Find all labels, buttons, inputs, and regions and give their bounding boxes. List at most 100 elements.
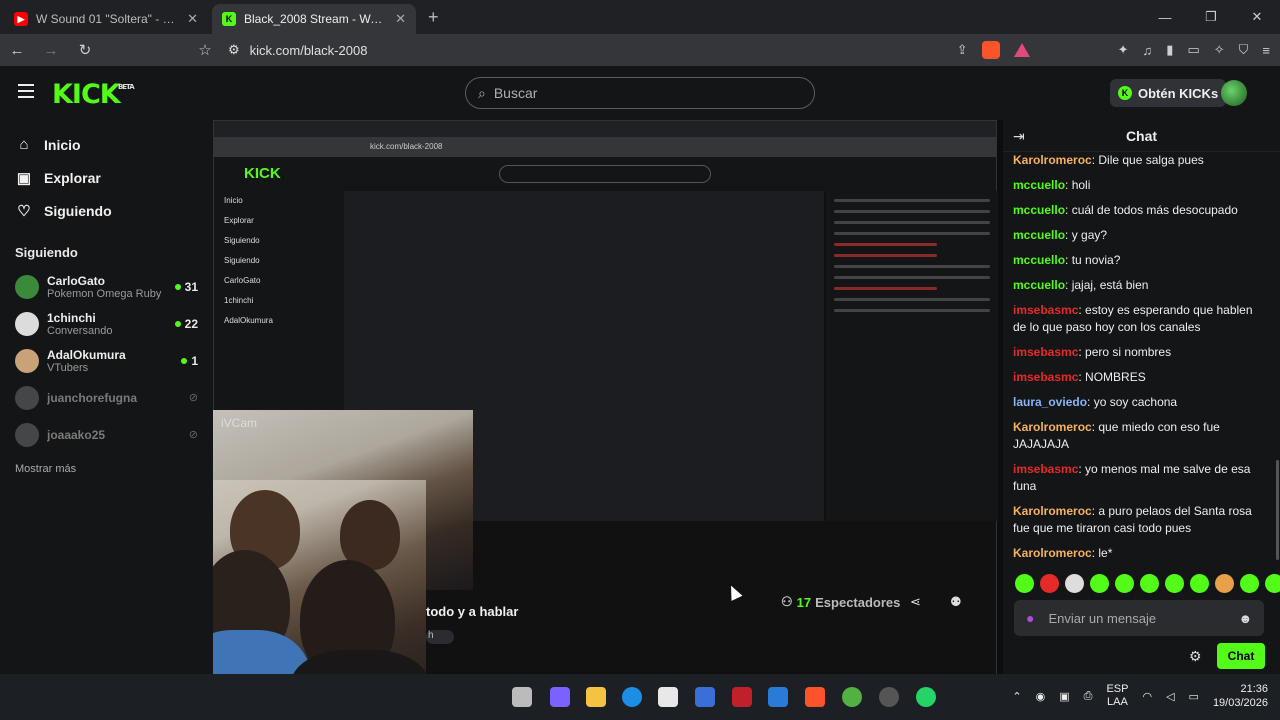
channel-joaaako25[interactable]: joaaako25 ⊘	[0, 416, 213, 453]
emote-icon[interactable]	[1215, 574, 1234, 593]
share-icon[interactable]: ⋖	[910, 594, 921, 610]
chat-username[interactable]: imsebasmc	[1013, 303, 1078, 317]
channel-juanchorefugna[interactable]: juanchorefugna ⊘	[0, 379, 213, 416]
emote-icon[interactable]	[1090, 574, 1109, 593]
vpn-icon[interactable]: ⛉	[1239, 42, 1249, 58]
emote-icon[interactable]	[1140, 574, 1159, 593]
gear-icon[interactable]: ⚙	[1189, 648, 1202, 665]
chat-input-box[interactable]: ● ☻	[1014, 600, 1264, 636]
whatsapp-icon[interactable]	[916, 687, 936, 707]
vscode-icon[interactable]	[695, 687, 715, 707]
site-info-icon[interactable]: ⚙	[228, 42, 240, 58]
microphone-icon[interactable]: ⎙	[1084, 690, 1093, 703]
minimize-button[interactable]: —	[1142, 10, 1188, 25]
kick-logo[interactable]: KICK BETA	[52, 79, 135, 110]
browser-tab-youtube[interactable]: ▶ W Sound 01 "Soltera" - Blessd, West ✕	[4, 4, 208, 34]
channel-carlogato[interactable]: CarloGato Pokemon Omega Ruby 31	[0, 268, 213, 305]
chat-username[interactable]: laura_oviedo	[1013, 395, 1087, 409]
emote-icon[interactable]	[1015, 574, 1034, 593]
media-icon[interactable]: ♫	[1143, 43, 1153, 58]
chat-username[interactable]: Karolromeroc	[1013, 546, 1092, 560]
channel-category: VTubers	[47, 361, 89, 374]
sidebar-icon[interactable]: ▮	[1166, 42, 1173, 58]
bookmark-icon[interactable]: ☆	[196, 41, 214, 59]
channel-1chinchi[interactable]: 1chinchi Conversando 22	[0, 305, 213, 342]
nav-siguiendo[interactable]: ♡ Siguiendo	[0, 194, 213, 227]
app-icon[interactable]	[842, 687, 862, 707]
stream-tag[interactable]: h	[426, 630, 454, 644]
user-avatar[interactable]	[1221, 80, 1247, 106]
nav-inicio[interactable]: ⌂ Inicio	[0, 128, 213, 161]
leo-icon[interactable]: ✧	[1214, 42, 1225, 58]
emoji-icon[interactable]: ☻	[1238, 611, 1252, 626]
chat-input[interactable]	[1048, 610, 1225, 626]
show-more-link[interactable]: Mostrar más	[15, 463, 213, 475]
store-icon[interactable]	[658, 687, 678, 707]
stream-player[interactable]: kick.com/black-2008 KICK Inicio Explorar…	[213, 120, 1003, 720]
tray-app-icon[interactable]: ▣	[1059, 690, 1069, 703]
wallet-icon[interactable]: ▭	[1187, 42, 1199, 58]
back-icon[interactable]: ←	[8, 42, 26, 59]
new-tab-button[interactable]: +	[416, 7, 451, 34]
nav-explorar[interactable]: ▣ Explorar	[0, 161, 213, 194]
close-tab-icon[interactable]: ✕	[395, 11, 406, 27]
microphone-icon[interactable]: ●	[1026, 610, 1034, 626]
channel-category: Pokemon Omega Ruby	[47, 287, 162, 300]
chat-separator: :	[1087, 395, 1094, 409]
address-bar[interactable]: ⚙ kick.com/black-2008	[228, 34, 367, 66]
language-indicator[interactable]: ESP LAA	[1106, 683, 1128, 709]
chat-username[interactable]: mccuello	[1013, 203, 1065, 217]
chat-username[interactable]: imsebasmc	[1013, 462, 1078, 476]
emote-icon[interactable]	[1040, 574, 1059, 593]
mcafee-icon[interactable]	[732, 687, 752, 707]
send-chat-button[interactable]: Chat	[1217, 643, 1265, 669]
emote-icon[interactable]	[1115, 574, 1134, 593]
emote-icon[interactable]	[1240, 574, 1259, 593]
forward-icon[interactable]: →	[42, 42, 60, 59]
battery-icon[interactable]: ▭	[1189, 690, 1199, 703]
channel-adalokumura[interactable]: AdalOkumura VTubers 1	[0, 342, 213, 379]
clock[interactable]: 21:36 19/03/2026	[1213, 682, 1268, 710]
chat-username[interactable]: Karolromeroc	[1013, 420, 1092, 434]
chat-username[interactable]: mccuello	[1013, 228, 1065, 242]
copilot-icon[interactable]	[550, 687, 570, 707]
app-icon[interactable]	[768, 687, 788, 707]
edge-icon[interactable]	[622, 687, 642, 707]
chat-username[interactable]: Karolromeroc	[1013, 153, 1092, 167]
close-tab-icon[interactable]: ✕	[187, 11, 198, 27]
emote-icon[interactable]	[1265, 574, 1280, 593]
close-window-button[interactable]: ✕	[1234, 9, 1280, 25]
menu-icon[interactable]: ≡	[1262, 43, 1270, 58]
emote-icon[interactable]	[1065, 574, 1084, 593]
tray-app-icon[interactable]: ◉	[1036, 690, 1046, 703]
chat-username[interactable]: imsebasmc	[1013, 345, 1078, 359]
extensions-icon[interactable]: ✦	[1118, 42, 1129, 58]
app-icon[interactable]	[879, 687, 899, 707]
brave-rewards-icon[interactable]	[1013, 43, 1030, 57]
search-box[interactable]: ⌕ Buscar	[465, 77, 815, 109]
task-view-icon[interactable]	[512, 687, 532, 707]
reload-icon[interactable]: ↻	[76, 41, 94, 59]
menu-icon[interactable]	[18, 84, 34, 98]
brave-shield-icon[interactable]	[981, 41, 1000, 59]
volume-icon[interactable]: ◁	[1166, 690, 1174, 703]
file-explorer-icon[interactable]	[586, 687, 606, 707]
brave-icon[interactable]	[805, 687, 825, 707]
chat-username[interactable]: mccuello	[1013, 278, 1065, 292]
get-kicks-button[interactable]: K Obtén KICKs	[1110, 79, 1227, 107]
emote-icon[interactable]	[1190, 574, 1209, 593]
chat-scrollbar[interactable]	[1276, 460, 1279, 560]
chevron-up-icon[interactable]: ⌃	[1012, 690, 1021, 703]
share-icon[interactable]: ⇪	[957, 42, 968, 58]
chat-username[interactable]: imsebasmc	[1013, 370, 1078, 384]
chat-username[interactable]: Karolromeroc	[1013, 504, 1092, 518]
follow-user-icon[interactable]: ⚉	[950, 594, 962, 610]
browser-tab-kick[interactable]: K Black_2008 Stream - Watch Live o ✕	[212, 4, 416, 34]
nested-nav: Siguiendo	[224, 236, 260, 245]
chat-username[interactable]: mccuello	[1013, 253, 1065, 267]
avatar	[15, 274, 39, 299]
maximize-button[interactable]: ❐	[1188, 9, 1234, 25]
chat-username[interactable]: mccuello	[1013, 178, 1065, 192]
emote-icon[interactable]	[1165, 574, 1184, 593]
wifi-icon[interactable]: ◠	[1142, 690, 1152, 703]
